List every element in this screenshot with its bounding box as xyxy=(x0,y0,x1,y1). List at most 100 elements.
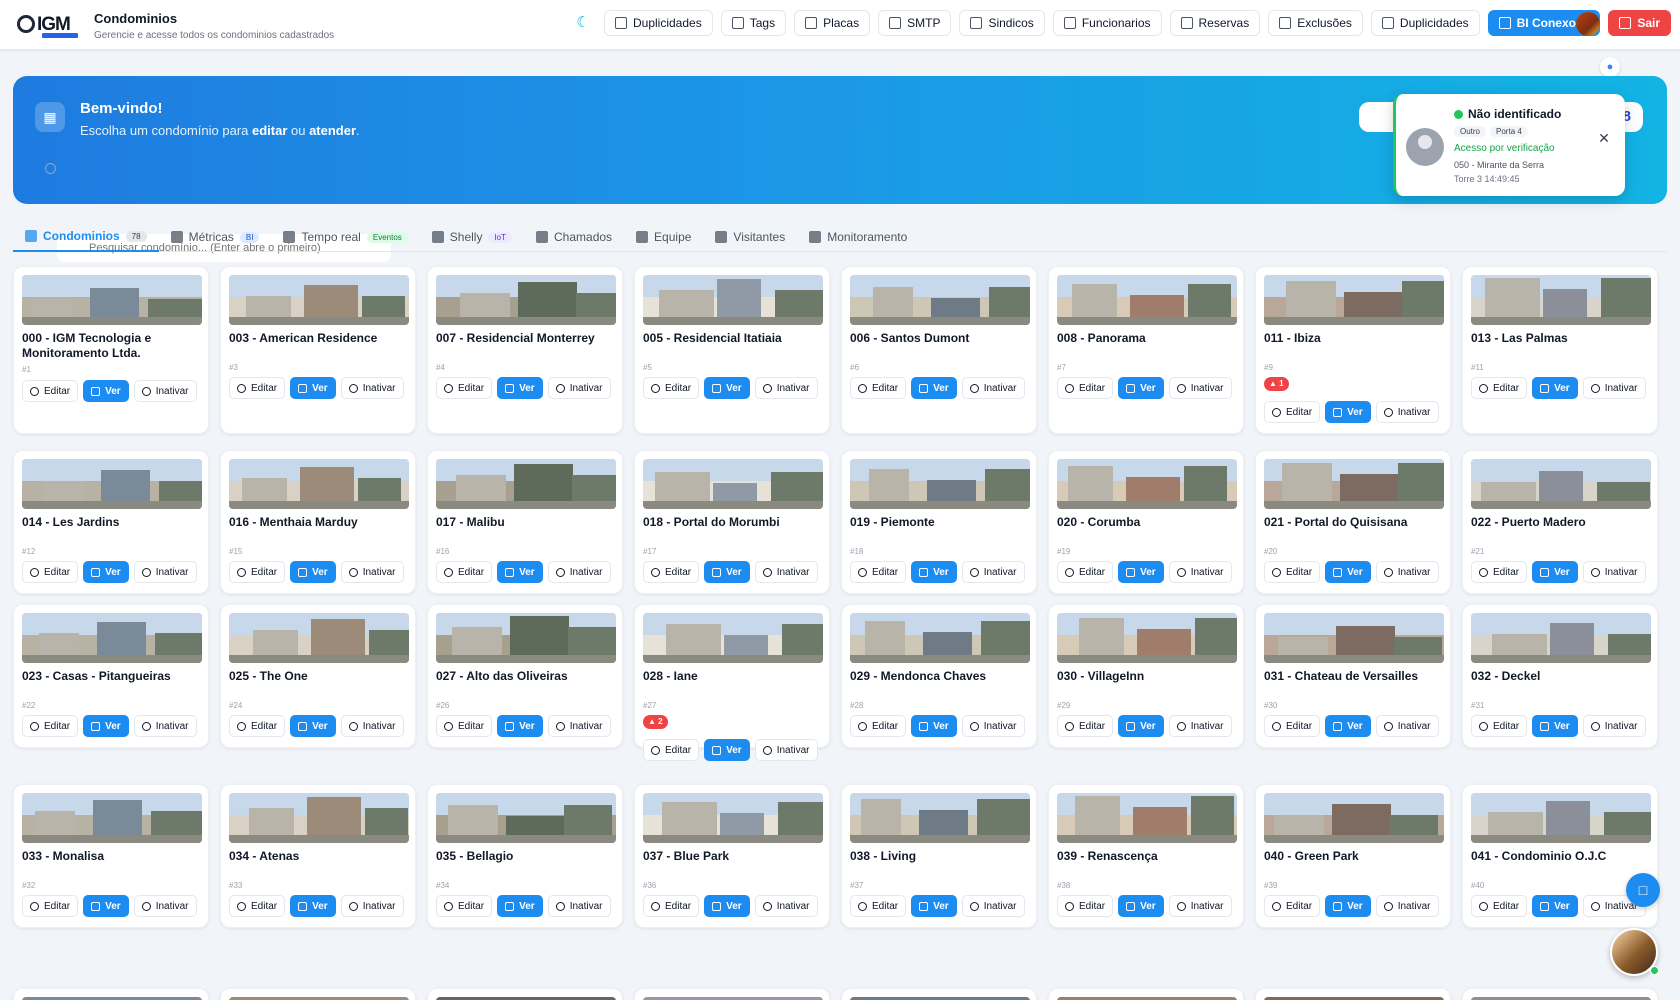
edit-button[interactable]: Editar xyxy=(850,715,907,737)
view-button[interactable]: Ver xyxy=(911,561,957,583)
alert-badge[interactable]: ▲ 2 xyxy=(643,715,668,729)
building-photo[interactable] xyxy=(436,275,616,325)
alert-badge[interactable]: ▲ 1 xyxy=(1264,377,1289,391)
view-button[interactable]: Ver xyxy=(1532,377,1578,399)
view-button[interactable]: Ver xyxy=(290,561,336,583)
edit-button[interactable]: Editar xyxy=(1264,401,1321,423)
building-photo[interactable] xyxy=(1264,275,1444,325)
edit-button[interactable]: Editar xyxy=(1264,715,1321,737)
deactivate-button[interactable]: Inativar xyxy=(1168,377,1232,399)
edit-button[interactable]: Editar xyxy=(1057,377,1114,399)
building-photo[interactable] xyxy=(436,613,616,663)
view-button[interactable]: Ver xyxy=(83,895,129,917)
building-photo[interactable] xyxy=(850,793,1030,843)
building-photo[interactable] xyxy=(643,613,823,663)
edit-button[interactable]: Editar xyxy=(22,561,79,583)
building-photo[interactable] xyxy=(1471,275,1651,325)
deactivate-button[interactable]: Inativar xyxy=(133,895,197,917)
deactivate-button[interactable]: Inativar xyxy=(547,561,611,583)
building-photo[interactable] xyxy=(850,613,1030,663)
deactivate-button[interactable]: Inativar xyxy=(1375,561,1439,583)
view-button[interactable]: Ver xyxy=(1118,895,1164,917)
building-photo[interactable] xyxy=(643,459,823,509)
deactivate-button[interactable]: Inativar xyxy=(1582,715,1646,737)
deactivate-button[interactable]: Inativar xyxy=(1168,561,1232,583)
building-photo[interactable] xyxy=(22,613,202,663)
view-button[interactable]: Ver xyxy=(290,895,336,917)
edit-button[interactable]: Editar xyxy=(1264,561,1321,583)
view-button[interactable]: Ver xyxy=(1118,715,1164,737)
tab-tempo-real[interactable]: Tempo real Eventos xyxy=(271,222,419,252)
nav-button-exclus-es[interactable]: Exclusões xyxy=(1268,10,1363,36)
theme-toggle-moon-icon[interactable]: ☾ xyxy=(574,14,592,32)
view-button[interactable]: Ver xyxy=(497,895,543,917)
building-photo[interactable] xyxy=(22,459,202,509)
deactivate-button[interactable]: Inativar xyxy=(133,561,197,583)
building-photo[interactable] xyxy=(436,459,616,509)
view-button[interactable]: Ver xyxy=(497,715,543,737)
building-photo[interactable] xyxy=(643,793,823,843)
building-photo[interactable] xyxy=(1057,793,1237,843)
deactivate-button[interactable]: Inativar xyxy=(547,895,611,917)
view-button[interactable]: Ver xyxy=(704,895,750,917)
edit-button[interactable]: Editar xyxy=(1057,715,1114,737)
building-photo[interactable] xyxy=(1471,613,1651,663)
building-photo[interactable] xyxy=(1057,613,1237,663)
view-button[interactable]: Ver xyxy=(497,561,543,583)
view-button[interactable]: Ver xyxy=(83,380,129,402)
deactivate-button[interactable]: Inativar xyxy=(340,715,404,737)
view-button[interactable]: Ver xyxy=(290,377,336,399)
view-button[interactable]: Ver xyxy=(1532,561,1578,583)
edit-button[interactable]: Editar xyxy=(1264,895,1321,917)
building-photo[interactable] xyxy=(850,275,1030,325)
deactivate-button[interactable]: Inativar xyxy=(961,715,1025,737)
deactivate-button[interactable]: Inativar xyxy=(754,739,818,761)
view-button[interactable]: Ver xyxy=(1325,561,1371,583)
edit-button[interactable]: Editar xyxy=(643,895,700,917)
deactivate-button[interactable]: Inativar xyxy=(1168,895,1232,917)
view-button[interactable]: Ver xyxy=(83,715,129,737)
view-button[interactable]: Ver xyxy=(911,895,957,917)
edit-button[interactable]: Editar xyxy=(22,895,79,917)
deactivate-button[interactable]: Inativar xyxy=(340,377,404,399)
edit-button[interactable]: Editar xyxy=(436,895,493,917)
view-button[interactable]: Ver xyxy=(83,561,129,583)
nav-button-sair[interactable]: Sair xyxy=(1608,10,1671,36)
edit-button[interactable]: Editar xyxy=(850,895,907,917)
tab-monitoramento[interactable]: Monitoramento xyxy=(797,222,919,252)
nav-button-sindicos[interactable]: Sindicos xyxy=(959,10,1045,36)
deactivate-button[interactable]: Inativar xyxy=(340,895,404,917)
edit-button[interactable]: Editar xyxy=(22,380,79,402)
view-button[interactable]: Ver xyxy=(290,715,336,737)
building-photo[interactable] xyxy=(1264,793,1444,843)
building-photo[interactable] xyxy=(229,613,409,663)
tab-m-tricas[interactable]: Métricas BI xyxy=(159,222,272,252)
deactivate-button[interactable]: Inativar xyxy=(547,377,611,399)
edit-button[interactable]: Editar xyxy=(229,377,286,399)
deactivate-button[interactable]: Inativar xyxy=(133,715,197,737)
igm-logo[interactable]: IGM xyxy=(17,12,81,38)
tab-equipe[interactable]: Equipe xyxy=(624,222,703,252)
deactivate-button[interactable]: Inativar xyxy=(340,561,404,583)
edit-button[interactable]: Editar xyxy=(1471,377,1528,399)
deactivate-button[interactable]: Inativar xyxy=(1375,715,1439,737)
edit-button[interactable]: Editar xyxy=(436,715,493,737)
edit-button[interactable]: Editar xyxy=(850,561,907,583)
building-photo[interactable] xyxy=(436,793,616,843)
view-button[interactable]: Ver xyxy=(1325,401,1371,423)
view-button[interactable]: Ver xyxy=(911,715,957,737)
building-photo[interactable] xyxy=(1264,459,1444,509)
deactivate-button[interactable]: Inativar xyxy=(961,377,1025,399)
building-photo[interactable] xyxy=(1264,613,1444,663)
nav-button-reservas[interactable]: Reservas xyxy=(1169,10,1261,36)
deactivate-button[interactable]: Inativar xyxy=(1582,377,1646,399)
edit-button[interactable]: Editar xyxy=(1471,715,1528,737)
edit-button[interactable]: Editar xyxy=(229,561,286,583)
view-button[interactable]: Ver xyxy=(497,377,543,399)
view-button[interactable]: Ver xyxy=(911,377,957,399)
deactivate-button[interactable]: Inativar xyxy=(547,715,611,737)
building-photo[interactable] xyxy=(229,459,409,509)
building-photo[interactable] xyxy=(1057,275,1237,325)
notification-bell-icon[interactable]: ● xyxy=(1600,57,1620,77)
edit-button[interactable]: Editar xyxy=(1471,561,1528,583)
